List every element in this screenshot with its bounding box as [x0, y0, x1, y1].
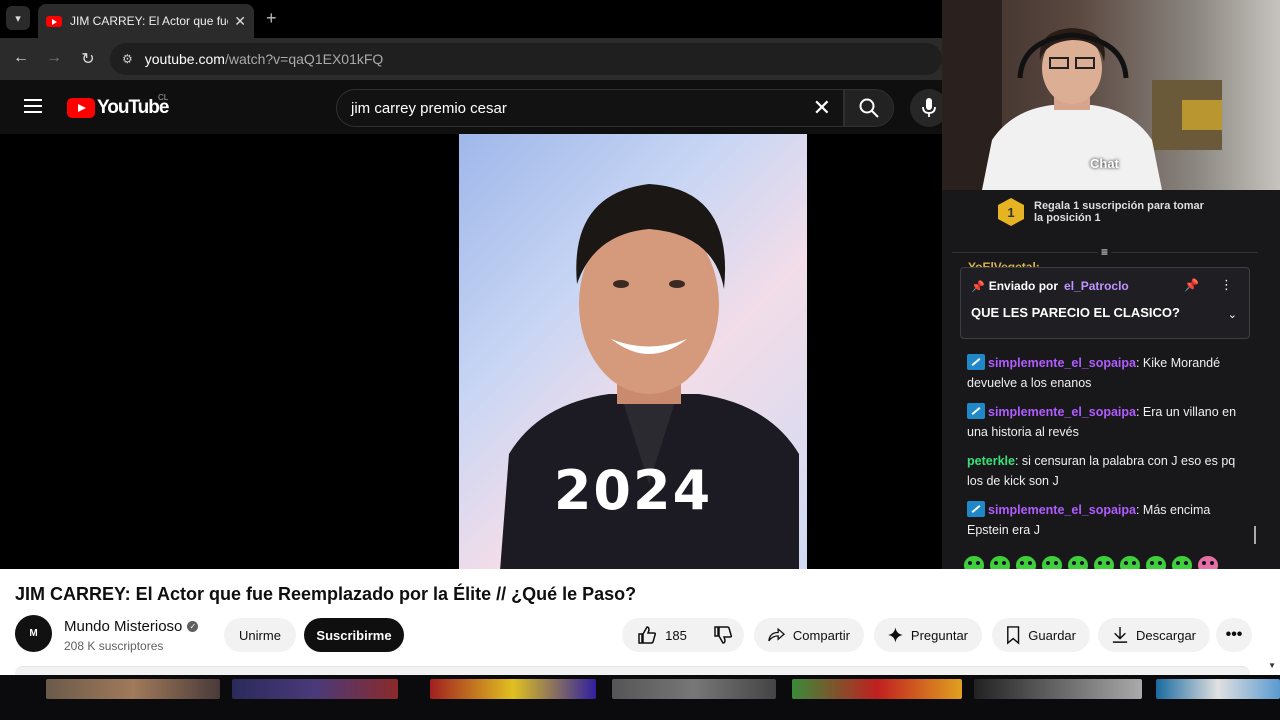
- pinned-header: 📌 Enviado por el_Patroclo: [971, 279, 1129, 293]
- collapse-icon[interactable]: ≡: [1098, 245, 1112, 259]
- microphone-icon: [922, 98, 936, 117]
- browser-tab[interactable]: JIM CARREY: El Actor que fue Reemplazado…: [38, 4, 254, 38]
- subscribe-button[interactable]: Suscribirme: [304, 618, 404, 652]
- search-input[interactable]: jim carrey premio cesar ✕: [336, 89, 844, 127]
- share-button[interactable]: Compartir: [754, 618, 864, 652]
- chat-message: simplemente_el_sopaipa: Más encima Epste…: [967, 501, 1211, 537]
- save-button[interactable]: Guardar: [992, 618, 1090, 652]
- share-icon: [768, 627, 785, 642]
- chat-scrollbar[interactable]: [1254, 526, 1256, 544]
- download-icon: [1112, 626, 1128, 643]
- like-count: 185: [665, 627, 687, 643]
- description-box[interactable]: [15, 666, 1250, 675]
- youtube-header: YouTube CL jim carrey premio cesar ✕: [0, 80, 948, 134]
- pin-icon: 📌: [971, 280, 985, 293]
- new-tab-icon[interactable]: +: [266, 8, 277, 29]
- chat-username[interactable]: simplemente_el_sopaipa: [988, 405, 1136, 419]
- back-icon[interactable]: ←: [11, 49, 31, 67]
- unpin-icon[interactable]: 📌: [1184, 278, 1199, 292]
- pinned-user[interactable]: el_Patroclo: [1064, 279, 1129, 293]
- tab-search-button[interactable]: ▾: [6, 6, 30, 30]
- webcam-chat-label: Chat: [1090, 156, 1119, 171]
- address-toolbar: ← → ↻ ⚙ youtube.com/watch?v=qaQ1EX01kFQ: [0, 38, 942, 80]
- gift-sub-text: Regala 1 suscripción para tomar la posic…: [1034, 200, 1204, 224]
- url-bar[interactable]: ⚙ youtube.com/watch?v=qaQ1EX01kFQ: [110, 43, 942, 75]
- clear-icon[interactable]: ✕: [813, 95, 831, 121]
- channel-avatar[interactable]: M: [15, 615, 52, 652]
- pinned-message[interactable]: 📌 Enviado por el_Patroclo QUE LES PARECI…: [960, 267, 1250, 339]
- thumbnail[interactable]: [792, 679, 962, 699]
- chat-messages: simplemente_el_sopaipa: Kike Morandé dev…: [967, 353, 1252, 549]
- scroll-down-icon[interactable]: ▼: [1268, 661, 1276, 670]
- like-button[interactable]: 185: [622, 618, 702, 652]
- reload-icon[interactable]: ↻: [78, 49, 98, 69]
- chat-message: simplemente_el_sopaipa: Era un villano e…: [967, 403, 1237, 439]
- subscriber-badge-icon: [967, 354, 985, 370]
- leaderboard-badge: 1: [998, 198, 1024, 226]
- download-button[interactable]: Descargar: [1098, 618, 1210, 652]
- thumbnail[interactable]: [46, 679, 220, 699]
- thumbnail[interactable]: [974, 679, 1142, 699]
- channel-name[interactable]: Mundo Misterioso ✓: [64, 618, 199, 635]
- verified-icon: ✓: [187, 621, 199, 632]
- thumbnail[interactable]: [612, 679, 776, 699]
- chat-username[interactable]: peterkle: [967, 454, 1015, 468]
- youtube-favicon-icon: [46, 15, 62, 27]
- subscriber-badge-icon: [967, 403, 985, 419]
- url-text: youtube.com/watch?v=qaQ1EX01kFQ: [144, 51, 384, 67]
- streamer-webcam: Chat: [942, 0, 1280, 190]
- join-button[interactable]: Unirme: [224, 618, 296, 652]
- browser-tab-bar: ▾ JIM CARREY: El Actor que fue Reemplaza…: [0, 0, 942, 38]
- subscriber-count: 208 K suscriptores: [64, 639, 164, 653]
- video-frame: 2024: [459, 134, 807, 569]
- more-options-icon[interactable]: ⋮: [1220, 277, 1233, 293]
- tab-title: JIM CARREY: El Actor que fue Reemplazado: [70, 14, 228, 28]
- video-player[interactable]: 2024: [0, 134, 942, 569]
- thumbs-up-icon: [638, 626, 657, 644]
- video-title: JIM CARREY: El Actor que fue Reemplazado…: [15, 584, 637, 604]
- video-info: JIM CARREY: El Actor que fue Reemplazado…: [0, 569, 1280, 675]
- search-query: jim carrey premio cesar: [351, 99, 507, 117]
- site-info-icon[interactable]: ⚙: [122, 52, 133, 66]
- more-horizontal-icon: •••: [1225, 626, 1243, 643]
- video-overlay-year: 2024: [553, 459, 713, 522]
- menu-icon[interactable]: [24, 99, 42, 113]
- thumbnail[interactable]: [430, 679, 596, 699]
- forward-icon[interactable]: →: [44, 49, 64, 67]
- sparkle-icon: [888, 627, 903, 643]
- subscriber-badge-icon: [967, 501, 985, 517]
- youtube-play-icon: [67, 98, 95, 118]
- thumbnail[interactable]: [1156, 679, 1280, 699]
- stream-chat-panel: 1 Regala 1 suscripción para tomar la pos…: [942, 190, 1280, 574]
- dislike-button[interactable]: [702, 618, 744, 652]
- more-actions-button[interactable]: •••: [1216, 618, 1252, 652]
- thumbnail-strip: [0, 675, 1280, 720]
- pinned-text: QUE LES PARECIO EL CLASICO?: [971, 305, 1180, 320]
- gift-sub-banner[interactable]: 1 Regala 1 suscripción para tomar la pos…: [998, 198, 1214, 226]
- chat-username[interactable]: simplemente_el_sopaipa: [988, 503, 1136, 517]
- chevron-down-icon[interactable]: ⌄: [1228, 308, 1237, 321]
- search-button[interactable]: [844, 89, 894, 127]
- country-code: CL: [158, 93, 169, 102]
- search-icon: [859, 98, 879, 118]
- thumbs-down-icon: [714, 626, 733, 644]
- chat-username[interactable]: simplemente_el_sopaipa: [988, 356, 1136, 370]
- close-icon[interactable]: ✕: [234, 13, 246, 30]
- chat-message: simplemente_el_sopaipa: Kike Morandé dev…: [967, 354, 1221, 390]
- bookmark-icon: [1007, 626, 1020, 645]
- youtube-logo[interactable]: YouTube: [67, 97, 169, 119]
- chat-message: peterkle: si censuran la palabra con J e…: [967, 454, 1236, 488]
- thumbnail[interactable]: [232, 679, 398, 699]
- ask-button[interactable]: Preguntar: [874, 618, 982, 652]
